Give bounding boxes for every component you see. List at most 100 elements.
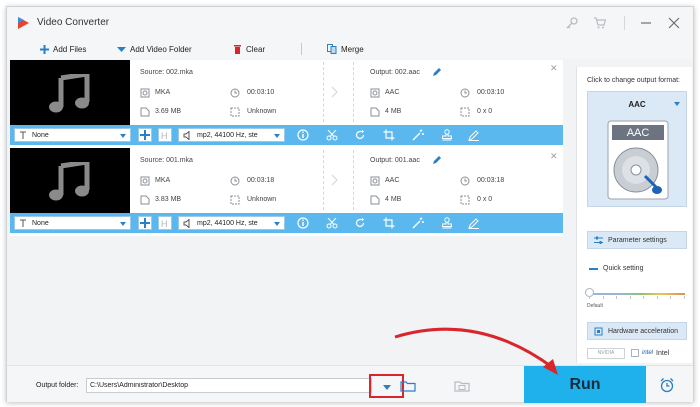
quality-slider-track[interactable] bbox=[589, 293, 685, 295]
quick-setting: Quick setting bbox=[589, 265, 643, 272]
app-window: Video Converter Add Files Add Video Fold… bbox=[6, 6, 694, 403]
text-icon bbox=[20, 219, 26, 227]
file-size-icon bbox=[140, 107, 150, 117]
thumbnail bbox=[10, 60, 130, 125]
resolution-icon bbox=[230, 107, 240, 117]
subtitle-select[interactable]: None bbox=[14, 128, 131, 142]
magic-wand-icon[interactable] bbox=[412, 129, 424, 141]
stamp-icon[interactable] bbox=[441, 217, 453, 229]
info-icon[interactable] bbox=[297, 129, 309, 141]
hardware-acceleration-button[interactable]: Hardware acceleration bbox=[587, 322, 687, 340]
chevron-right-icon bbox=[331, 174, 338, 186]
merge-button[interactable]: Merge bbox=[327, 43, 364, 55]
format-icon bbox=[370, 176, 380, 186]
sliders-icon bbox=[594, 236, 603, 244]
magic-wand-icon[interactable] bbox=[412, 217, 424, 229]
scissors-icon[interactable] bbox=[326, 217, 338, 229]
hdr-button[interactable]: H bbox=[158, 128, 172, 142]
rotate-icon[interactable] bbox=[354, 129, 366, 141]
hardware-options: NVIDIA intel Intel bbox=[587, 347, 687, 359]
add-video-folder-label: Add Video Folder bbox=[130, 44, 192, 54]
alarm-clock-icon[interactable] bbox=[659, 377, 675, 393]
intel-checkbox[interactable] bbox=[631, 349, 639, 357]
key-icon[interactable] bbox=[565, 16, 579, 30]
audio-track-select[interactable]: mp2, 44100 Hz, ste bbox=[178, 128, 285, 142]
scissors-icon[interactable] bbox=[326, 129, 338, 141]
info-icon[interactable] bbox=[297, 217, 309, 229]
list-item[interactable]: Source: 001.mka MKA 00:03:18 3.83 MB Unk… bbox=[10, 148, 563, 236]
text-icon bbox=[20, 131, 26, 139]
clear-button[interactable]: Clear bbox=[233, 43, 265, 55]
audio-track-select[interactable]: mp2, 44100 Hz, ste bbox=[178, 216, 285, 230]
output-format-selector[interactable]: AAC AAC bbox=[587, 91, 687, 207]
toolbar: Add Files Add Video Folder Clear Merge bbox=[7, 39, 693, 59]
app-title: Video Converter bbox=[37, 17, 110, 28]
crop-icon[interactable] bbox=[383, 129, 395, 141]
output-folder-label: Output folder: bbox=[36, 382, 79, 389]
pencil-icon[interactable] bbox=[432, 67, 442, 77]
music-note-icon bbox=[49, 162, 90, 201]
clock-icon bbox=[460, 88, 470, 98]
format-icon bbox=[140, 88, 150, 98]
parameter-settings-button[interactable]: Parameter settings bbox=[587, 231, 687, 249]
clock-icon bbox=[230, 88, 240, 98]
nvidia-logo[interactable]: NVIDIA bbox=[587, 347, 625, 359]
title-separator bbox=[624, 16, 625, 30]
dropdown-arrow-icon bbox=[117, 46, 126, 52]
run-button[interactable]: Run bbox=[524, 366, 646, 403]
output-resolution: 0 x 0 bbox=[477, 196, 493, 203]
intel-label: Intel bbox=[656, 349, 670, 357]
add-files-button[interactable]: Add Files bbox=[40, 43, 86, 55]
divider bbox=[353, 150, 354, 210]
intel-logo: intel bbox=[642, 350, 654, 356]
resolution-icon bbox=[460, 195, 470, 205]
folder-icon[interactable] bbox=[400, 380, 416, 392]
output-folder-dropdown[interactable] bbox=[369, 374, 404, 398]
source-name: Source: 002.mka bbox=[140, 69, 193, 76]
source-name: Source: 001.mka bbox=[140, 157, 193, 164]
file-size-icon bbox=[370, 195, 380, 205]
chevron-down-icon bbox=[120, 222, 126, 226]
subtitle-edit-icon[interactable] bbox=[468, 217, 480, 229]
svg-text:H: H bbox=[161, 219, 168, 229]
output-folder-input[interactable] bbox=[86, 378, 372, 393]
add-subtitle-button[interactable] bbox=[138, 128, 152, 142]
hdr-button[interactable]: H bbox=[158, 216, 172, 230]
open-folder-icon[interactable] bbox=[454, 380, 470, 392]
chevron-down-icon bbox=[274, 134, 280, 138]
file-size-icon bbox=[140, 195, 150, 205]
format-name: AAC bbox=[628, 100, 646, 109]
remove-item-icon[interactable]: ✕ bbox=[550, 152, 558, 161]
item-toolbar: None H mp2, 44100 Hz, ste bbox=[10, 213, 563, 233]
music-note-icon bbox=[49, 74, 90, 113]
add-subtitle-button[interactable] bbox=[138, 216, 152, 230]
output-size: 4 MB bbox=[385, 196, 402, 203]
pencil-icon[interactable] bbox=[432, 155, 442, 165]
subtitle-edit-icon[interactable] bbox=[468, 129, 480, 141]
resolution-icon bbox=[230, 195, 240, 205]
cart-icon[interactable] bbox=[593, 16, 607, 30]
rotate-icon[interactable] bbox=[354, 217, 366, 229]
audio-track-value: mp2, 44100 Hz, ste bbox=[197, 219, 258, 227]
crop-icon[interactable] bbox=[383, 217, 395, 229]
speaker-icon bbox=[183, 130, 190, 140]
format-icon bbox=[370, 88, 380, 98]
output-format: AAC bbox=[385, 89, 400, 96]
subtitle-select[interactable]: None bbox=[14, 216, 131, 230]
minimize-icon[interactable] bbox=[639, 16, 653, 30]
aac-format-icon: AAC bbox=[607, 120, 669, 200]
source-info: Source: 002.mka MKA 00:03:10 3.69 MB Unk… bbox=[135, 60, 325, 125]
svg-text:H: H bbox=[161, 131, 168, 141]
list-item[interactable]: Source: 002.mka MKA 00:03:10 3.69 MB Unk… bbox=[10, 60, 563, 148]
plus-icon bbox=[40, 44, 49, 54]
title-bar: Video Converter bbox=[7, 7, 693, 39]
close-icon[interactable] bbox=[667, 16, 681, 30]
default-label: Default bbox=[587, 303, 603, 309]
chevron-down-icon bbox=[674, 102, 680, 106]
stamp-icon[interactable] bbox=[441, 129, 453, 141]
file-size-icon bbox=[370, 107, 380, 117]
add-video-folder-button[interactable]: Add Video Folder bbox=[117, 43, 192, 55]
toolbar-separator bbox=[301, 43, 302, 55]
subtitle-value: None bbox=[32, 219, 49, 227]
remove-item-icon[interactable]: ✕ bbox=[550, 64, 558, 73]
